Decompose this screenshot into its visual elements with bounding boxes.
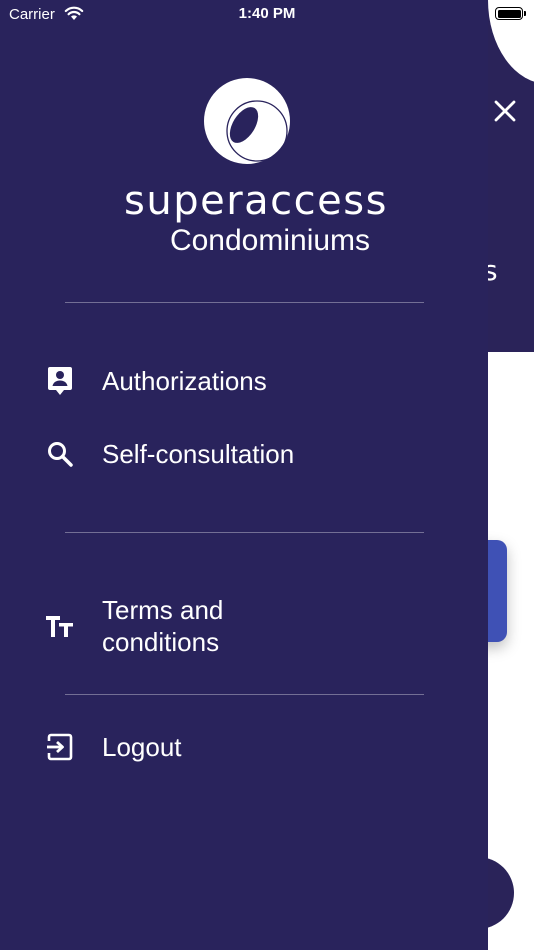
menu-item-label: Self-consultation [102,439,295,469]
status-bar: Carrier 1:40 PM [0,0,534,28]
search-icon [45,439,75,469]
menu-item-self-consultation[interactable]: Self-consultation [0,438,470,472]
navigation-drawer: superaccess Condominiums Authorizations … [0,0,488,950]
menu-divider [65,302,424,303]
menu-divider [65,532,424,533]
menu-item-label: Authorizations [102,366,267,396]
menu-item-label: Terms and conditions [102,595,224,657]
text-size-icon [45,612,75,642]
brand-name: superaccess [124,178,388,224]
close-button[interactable] [488,94,522,128]
menu-item-authorizations[interactable]: Authorizations [0,365,470,399]
close-icon [494,100,516,122]
logout-icon [45,732,75,762]
brand-logo-icon [203,77,291,165]
brand-subtitle: Condominiums [169,224,371,257]
menu-item-terms[interactable]: Terms and conditions [0,594,470,660]
menu-item-label: Logout [102,732,182,762]
contact-badge-icon [45,366,75,396]
menu-item-logout[interactable]: Logout [0,731,470,765]
battery-icon [495,7,526,20]
menu-divider [65,694,424,695]
clock-label: 1:40 PM [238,5,296,22]
